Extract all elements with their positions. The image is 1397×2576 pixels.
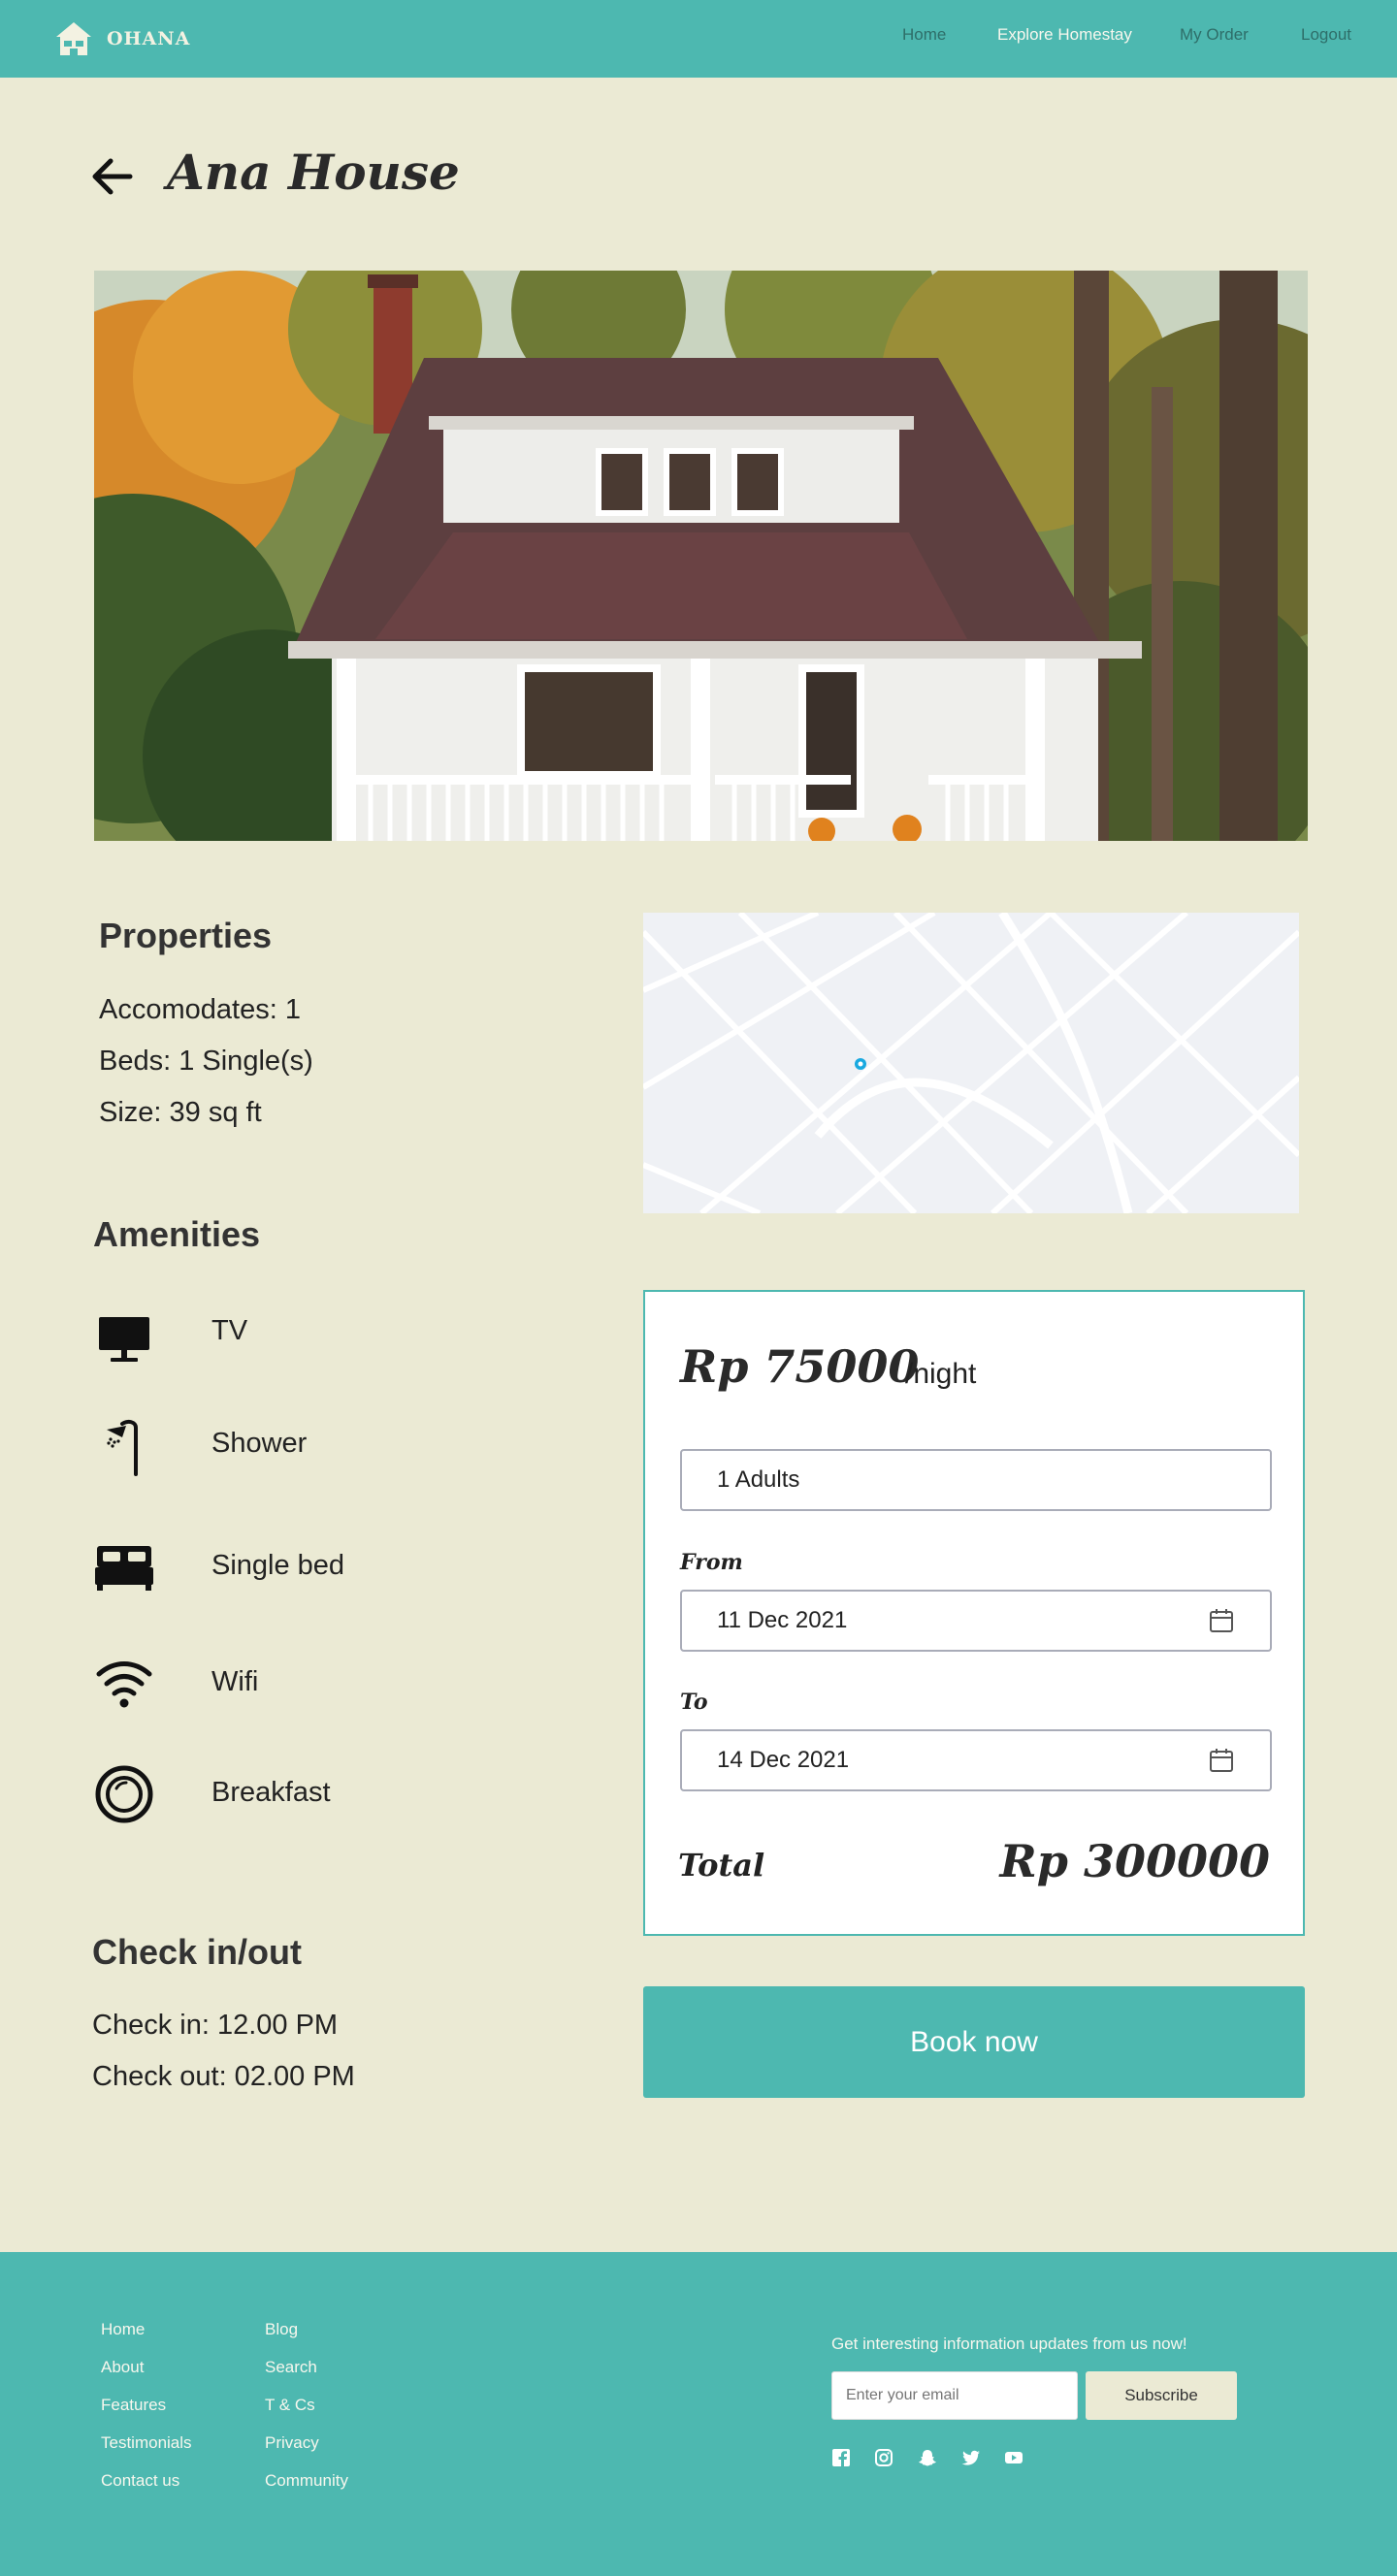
amenity-label-wifi: Wifi	[211, 1666, 259, 1697]
nav-link-my-order[interactable]: My Order	[1180, 25, 1249, 45]
twitter-icon[interactable]	[960, 2447, 982, 2468]
book-now-button[interactable]: Book now	[643, 1986, 1305, 2098]
footer-link-terms[interactable]: T & Cs	[265, 2396, 315, 2415]
from-date-value: 11 Dec 2021	[717, 1607, 848, 1633]
amenity-label-breakfast: Breakfast	[211, 1777, 331, 1808]
booking-card: Rp 75000 /night 1 Adults From 11 Dec 202…	[643, 1290, 1305, 1936]
footer-link-community[interactable]: Community	[265, 2471, 348, 2491]
amenity-label-tv: TV	[211, 1315, 248, 1346]
nav-link-logout[interactable]: Logout	[1301, 25, 1351, 45]
to-date-field[interactable]: 14 Dec 2021	[680, 1729, 1272, 1791]
snapchat-icon[interactable]	[917, 2447, 938, 2468]
to-date-value: 14 Dec 2021	[717, 1747, 850, 1773]
amenities-heading: Amenities	[93, 1214, 261, 1254]
check-in-time: Check in: 12.00 PM	[92, 2010, 339, 2041]
check-in-out-heading: Check in/out	[92, 1932, 303, 1972]
instagram-icon[interactable]	[873, 2447, 894, 2468]
price-per-night: Rp 75000	[680, 1340, 920, 1393]
total-label: Total	[678, 1847, 765, 1884]
amenity-label-shower: Shower	[211, 1428, 308, 1459]
property-beds: Beds: 1 Single(s)	[99, 1046, 313, 1077]
footer-link-blog[interactable]: Blog	[265, 2320, 298, 2339]
subscribe-button[interactable]: Subscribe	[1086, 2371, 1237, 2420]
per-night-label: /night	[905, 1358, 977, 1390]
property-accommodates: Accomodates: 1	[99, 994, 301, 1025]
footer-link-privacy[interactable]: Privacy	[265, 2433, 319, 2453]
top-navbar: OHANA Home Explore Homestay My Order Log…	[0, 0, 1397, 78]
footer-link-home[interactable]: Home	[101, 2320, 145, 2339]
house-icon	[56, 22, 91, 55]
amenity-label-single-bed: Single bed	[211, 1550, 345, 1581]
from-label: From	[680, 1550, 743, 1575]
nav-link-explore-homestay[interactable]: Explore Homestay	[997, 25, 1132, 45]
footer-link-about[interactable]: About	[101, 2358, 144, 2377]
tv-icon	[99, 1317, 149, 1362]
house-photo	[94, 271, 1308, 841]
brand-name: OHANA	[107, 28, 191, 49]
properties-heading: Properties	[99, 916, 273, 955]
footer-link-features[interactable]: Features	[101, 2396, 166, 2415]
calendar-icon[interactable]	[1206, 1605, 1237, 1636]
breakfast-icon	[95, 1765, 153, 1823]
total-price: Rp 300000	[999, 1835, 1270, 1887]
back-arrow-icon[interactable]	[89, 153, 136, 200]
guests-value: 1 Adults	[717, 1466, 800, 1493]
wifi-icon	[96, 1661, 152, 1708]
email-input[interactable]	[831, 2371, 1078, 2420]
footer-link-contact-us[interactable]: Contact us	[101, 2471, 179, 2491]
calendar-icon[interactable]	[1206, 1745, 1237, 1776]
facebook-icon[interactable]	[830, 2447, 852, 2468]
check-out-time: Check out: 02.00 PM	[92, 2061, 355, 2092]
shower-icon	[107, 1419, 138, 1476]
footer: Home About Features Testimonials Contact…	[0, 2252, 1397, 2576]
property-size: Size: 39 sq ft	[99, 1097, 262, 1128]
location-map[interactable]	[643, 913, 1299, 1213]
to-label: To	[680, 1690, 708, 1715]
guests-select[interactable]: 1 Adults	[680, 1449, 1272, 1511]
from-date-field[interactable]: 11 Dec 2021	[680, 1590, 1272, 1652]
brand-logo[interactable]: OHANA	[54, 19, 190, 58]
bed-icon	[95, 1546, 153, 1591]
nav-link-home[interactable]: Home	[902, 25, 946, 45]
page-title: Ana House	[167, 144, 460, 201]
youtube-icon[interactable]	[1003, 2447, 1024, 2468]
footer-link-search[interactable]: Search	[265, 2358, 317, 2377]
footer-link-testimonials[interactable]: Testimonials	[101, 2433, 192, 2453]
newsletter-text: Get interesting information updates from…	[831, 2334, 1187, 2353]
